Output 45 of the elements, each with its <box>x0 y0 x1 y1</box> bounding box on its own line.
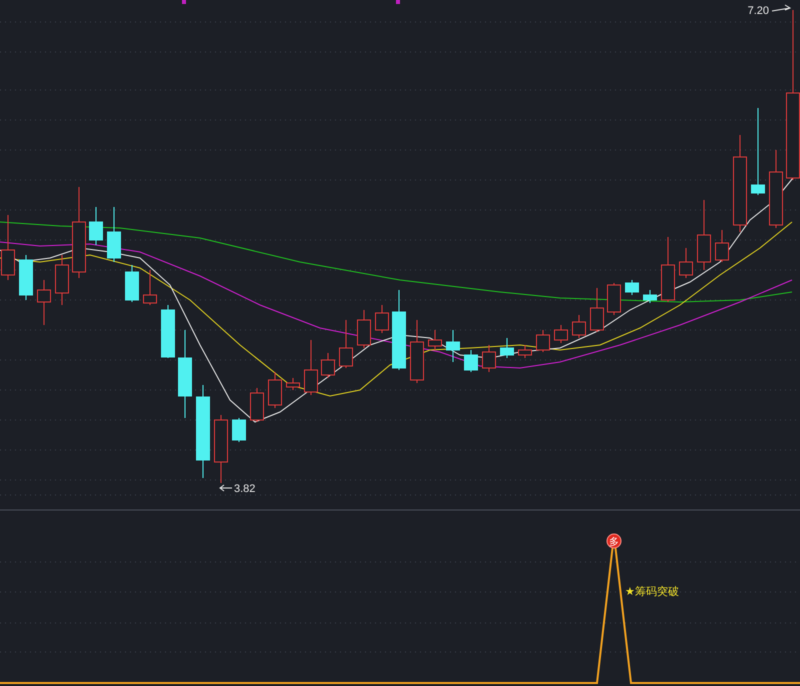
candlestick <box>661 236 675 302</box>
candlestick <box>625 280 639 296</box>
candlestick <box>89 206 103 246</box>
candlestick <box>125 264 139 302</box>
signal-label: ★筹码突破 <box>625 585 679 598</box>
arrow-icon <box>219 484 232 492</box>
candlestick <box>357 310 371 348</box>
candlestick <box>375 304 389 334</box>
high-price-label: 7.20 <box>748 5 769 17</box>
candlestick <box>143 270 157 306</box>
arrow-icon <box>772 4 792 12</box>
candlestick <box>19 254 33 300</box>
candlestick <box>304 340 318 396</box>
candlestick <box>214 414 228 484</box>
tick-mark <box>396 0 400 4</box>
candlestick <box>518 344 532 358</box>
candlestick <box>232 418 246 442</box>
candlestick <box>446 330 460 362</box>
candlestick <box>464 350 478 372</box>
signal-badge: 多 <box>606 534 622 548</box>
tick-mark <box>182 0 186 4</box>
candlestick <box>250 388 264 422</box>
candlestick <box>697 200 711 270</box>
candlestick <box>1 214 15 280</box>
candlestick <box>590 288 604 332</box>
candlestick <box>572 314 586 338</box>
low-price-label: 3.82 <box>234 483 256 495</box>
candlestick <box>410 320 424 384</box>
candlestick <box>554 324 568 344</box>
candlestick <box>339 320 353 368</box>
candlestick <box>482 344 496 372</box>
candlestick <box>428 330 442 350</box>
candlestick <box>268 372 282 408</box>
candlestick <box>679 248 693 278</box>
candlestick <box>500 338 514 358</box>
candlestick <box>715 230 729 262</box>
candlestick <box>37 280 51 326</box>
candlestick <box>643 290 657 304</box>
candlestick <box>55 254 69 306</box>
candlestick <box>321 352 335 378</box>
candlestick <box>161 304 175 358</box>
candlestick <box>607 282 621 316</box>
candlestick <box>286 378 300 390</box>
candlestick <box>536 330 550 352</box>
candlestick <box>107 206 121 262</box>
